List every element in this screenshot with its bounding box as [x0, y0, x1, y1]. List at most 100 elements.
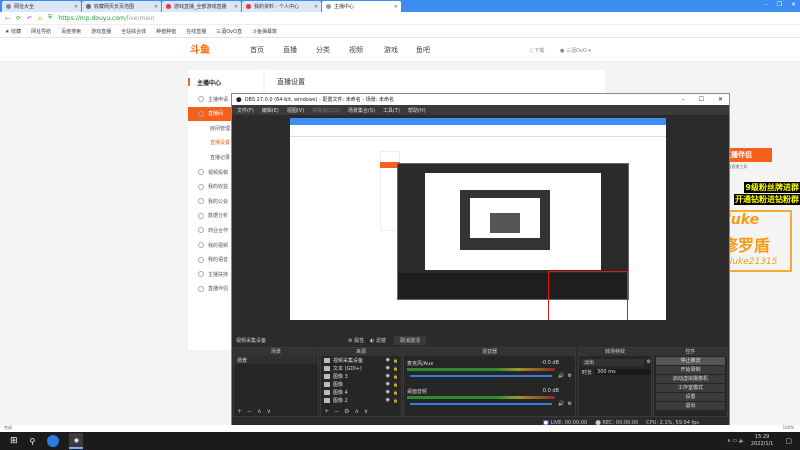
eye-icon[interactable]: ◉	[386, 397, 390, 403]
eye-icon[interactable]: ◉	[386, 365, 390, 371]
move-down-icon[interactable]: ∨	[266, 408, 270, 415]
obs-menu-item[interactable]: 场景集合(S)	[348, 107, 375, 114]
volume-slider[interactable]	[410, 375, 553, 377]
obs-menu-item[interactable]: 视图(V)	[287, 107, 304, 114]
browser-tab-active[interactable]: 主播中心 ✕	[322, 1, 401, 12]
add-scene-icon[interactable]: +	[237, 408, 242, 415]
obs-menu-item[interactable]: 帮助(H)	[408, 107, 426, 114]
nav-games[interactable]: 游戏	[384, 45, 398, 55]
eye-icon[interactable]: ◉	[386, 381, 390, 387]
lock-icon[interactable]: 🔒	[393, 366, 398, 371]
obs-menu-item[interactable]: 文件(F)	[237, 107, 254, 114]
bookmark[interactable]: 三酒OvO直	[216, 28, 242, 35]
move-down-icon[interactable]: ∨	[364, 408, 368, 415]
source-item[interactable]: 图像 3 ◉ 🔒	[321, 372, 401, 380]
source-item[interactable]: 视频采集设备 ◉ 🔒	[321, 356, 401, 364]
nav-home[interactable]: 首页	[250, 45, 264, 55]
gear-icon[interactable]: ⚙	[568, 401, 572, 407]
filters-button[interactable]: ◐ 滤镜	[370, 337, 386, 344]
lock-icon[interactable]: 🔒	[393, 374, 398, 379]
clock[interactable]: 15:29 2022/1/1	[751, 434, 773, 448]
tray-icons[interactable]: ∧ ▭ 🔈	[727, 438, 745, 444]
source-item[interactable]: 图像 2 ◉ 🔒	[321, 396, 401, 404]
speaker-icon[interactable]: 🔊	[558, 373, 564, 379]
move-up-icon[interactable]: ∧	[354, 408, 358, 415]
gear-icon[interactable]: ⚙	[344, 408, 349, 415]
close-icon[interactable]: ✕	[718, 96, 723, 103]
close-icon[interactable]: ✕	[394, 4, 398, 10]
browser-app-icon[interactable]	[47, 435, 60, 447]
bookmark[interactable]: 在线直播	[186, 28, 206, 35]
browser-tab[interactable]: 游戏直播_全部游戏直播 ✕	[162, 1, 241, 12]
duration-input[interactable]: 300 ms	[595, 369, 651, 375]
speaker-icon[interactable]: 🔊	[558, 401, 564, 407]
source-item[interactable]: 文本 (GDI+) ◉ 🔒	[321, 364, 401, 372]
remove-scene-icon[interactable]: −	[247, 408, 252, 415]
nav-category[interactable]: 分类	[316, 45, 330, 55]
douyu-logo[interactable]: 斗鱼	[190, 41, 226, 59]
url-input[interactable]: https://mp.douyu.com/live/main	[58, 15, 154, 22]
move-up-icon[interactable]: ∧	[257, 408, 261, 415]
bookmark[interactable]: 斗鱼弹幕数	[252, 28, 277, 35]
nav-yuba[interactable]: 鱼吧	[416, 45, 430, 55]
bookmark[interactable]: ★ 收藏	[5, 28, 21, 35]
control-button[interactable]: 工作室模式	[656, 384, 725, 392]
gear-icon[interactable]: ⚙	[568, 373, 572, 379]
control-button[interactable]: 设置	[656, 393, 725, 401]
back-icon[interactable]: ←	[5, 15, 10, 22]
volume-slider[interactable]	[410, 403, 553, 405]
control-button[interactable]: 退出	[656, 402, 725, 410]
close-icon[interactable]: ✕	[154, 4, 158, 10]
lock-icon[interactable]: 🔒	[393, 382, 398, 387]
obs-app-icon[interactable]: ◉	[69, 433, 84, 449]
close-icon[interactable]: ✕	[791, 1, 796, 8]
obs-menu-item[interactable]: 工具(T)	[383, 107, 400, 114]
download-link[interactable]: ▯ 下载	[530, 47, 544, 54]
refresh-icon[interactable]: ⟳	[16, 15, 21, 22]
undo-icon[interactable]: ↶	[27, 15, 32, 22]
notification-icon[interactable]: ▢	[785, 437, 792, 445]
browser-tab[interactable]: 收藏网页长页范围 ✕	[82, 1, 161, 12]
gear-icon[interactable]: ⚙	[647, 359, 651, 365]
bookmark[interactable]: 全站综合体	[121, 28, 146, 35]
lock-icon[interactable]: 🔒	[393, 390, 398, 395]
control-button[interactable]: 停止推流	[656, 357, 725, 365]
obs-preview[interactable]	[290, 118, 666, 331]
search-icon[interactable]: ⚲	[30, 437, 36, 446]
obs-menu-item[interactable]: 编辑(E)	[262, 107, 279, 114]
bookmark[interactable]: 网址导航	[31, 28, 51, 35]
browser-tab[interactable]: 我的资料 - 个人中心 ✕	[242, 1, 321, 12]
home-icon[interactable]: ⌂	[38, 15, 42, 22]
lock-icon[interactable]: 🔒	[393, 398, 398, 403]
obs-menu-item[interactable]: 停靠窗口(D)	[312, 107, 340, 114]
bookmark[interactable]: 游戏直播	[91, 28, 111, 35]
eye-icon[interactable]: ◉	[386, 373, 390, 379]
user-menu[interactable]: ● 三酒OvO ▾	[560, 47, 591, 54]
source-item[interactable]: 图像 4 ◉ 🔒	[321, 388, 401, 396]
close-icon[interactable]: ✕	[234, 4, 238, 10]
minimize-icon[interactable]: –	[682, 96, 685, 103]
control-button[interactable]: 开始录制	[656, 366, 725, 374]
windows-start-icon[interactable]: ⊞	[10, 436, 18, 446]
nav-video[interactable]: 视频	[349, 45, 363, 55]
remove-source-icon[interactable]: −	[334, 408, 339, 415]
maximize-icon[interactable]: ❐	[777, 1, 782, 8]
maximize-icon[interactable]: ☐	[699, 96, 704, 103]
source-item[interactable]: 图像 ◉ 🔒	[321, 380, 401, 388]
bookmark[interactable]: 种植种植	[156, 28, 176, 35]
bookmark[interactable]: 百度搜索	[61, 28, 81, 35]
minimize-icon[interactable]: –	[765, 1, 768, 8]
browser-tab[interactable]: 网址大全 ✕	[2, 1, 81, 12]
deactivate-button[interactable]: 取消激活	[394, 335, 427, 345]
scene-item[interactable]: 场景	[234, 356, 318, 364]
lock-icon[interactable]: 🔒	[393, 358, 398, 363]
close-icon[interactable]: ✕	[314, 4, 318, 10]
properties-button[interactable]: ⚙ 属性	[348, 337, 364, 344]
close-icon[interactable]: ✕	[74, 4, 78, 10]
zoom-level[interactable]: 100%	[783, 425, 794, 430]
nav-live[interactable]: 直播	[283, 45, 297, 55]
control-button[interactable]: 启动虚拟摄像机	[656, 375, 725, 383]
eye-icon[interactable]: ◉	[386, 389, 390, 395]
add-source-icon[interactable]: +	[324, 408, 329, 415]
eye-icon[interactable]: ◉	[386, 357, 390, 363]
